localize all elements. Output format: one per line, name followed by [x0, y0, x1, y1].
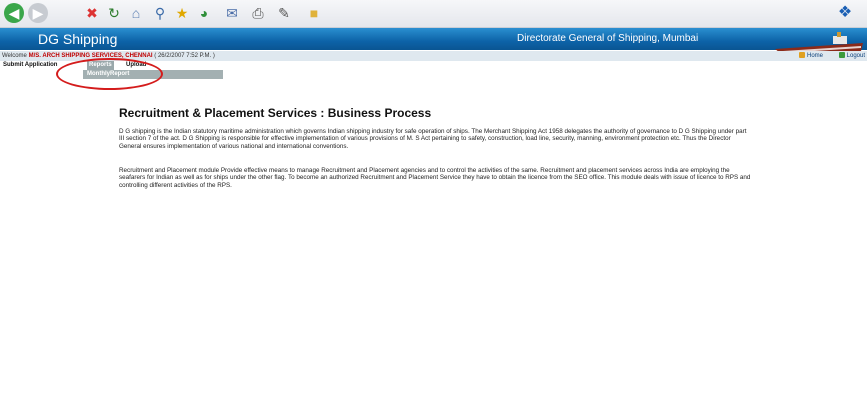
intro-paragraph: D G shipping is the Indian statutory mar… — [119, 128, 747, 150]
print-icon[interactable]: ⎙ — [248, 3, 268, 23]
favorites-icon[interactable]: ★ — [172, 3, 192, 23]
organization-title: Directorate General of Shipping, Mumbai — [517, 33, 699, 44]
login-datetime: ( 26/2/2007 7:52 P.M. ) — [154, 53, 215, 59]
menu-submit-application[interactable]: Submit Application — [1, 61, 59, 70]
logout-link[interactable]: Logout — [838, 51, 865, 61]
history-icon[interactable]: ◕ — [194, 3, 214, 23]
home-icon[interactable]: ⌂ — [126, 3, 146, 23]
home-icon — [798, 52, 805, 59]
home-label: Home — [806, 53, 823, 59]
welcome-label: Welcome — [2, 53, 27, 59]
refresh-icon[interactable]: ↻ — [104, 3, 124, 23]
home-link[interactable]: Home — [798, 51, 823, 61]
folder-icon[interactable]: ■ — [304, 3, 324, 23]
forward-icon[interactable]: ▶ — [28, 3, 48, 23]
search-icon[interactable]: ⚲ — [150, 3, 170, 23]
app-title: DG Shipping — [38, 31, 118, 47]
browser-toolbar: ◀ ▶ ✖ ↻ ⌂ ⚲ ★ ◕ ✉ ⎙ ✎ ■ ❖ — [0, 0, 867, 28]
logout-label: Logout — [846, 53, 865, 59]
highlight-annotation — [56, 58, 163, 90]
page-title: Recruitment & Placement Services : Busin… — [119, 106, 432, 120]
back-icon[interactable]: ◀ — [4, 3, 24, 23]
windows-logo-icon: ❖ — [837, 4, 853, 21]
edit-icon[interactable]: ✎ — [274, 3, 294, 23]
app-header: DG Shipping Directorate General of Shipp… — [0, 28, 867, 50]
stop-icon[interactable]: ✖ — [82, 3, 102, 23]
logout-icon — [838, 52, 845, 59]
module-paragraph: Recruitment and Placement module Provide… — [119, 167, 751, 189]
mail-icon[interactable]: ✉ — [222, 3, 242, 23]
